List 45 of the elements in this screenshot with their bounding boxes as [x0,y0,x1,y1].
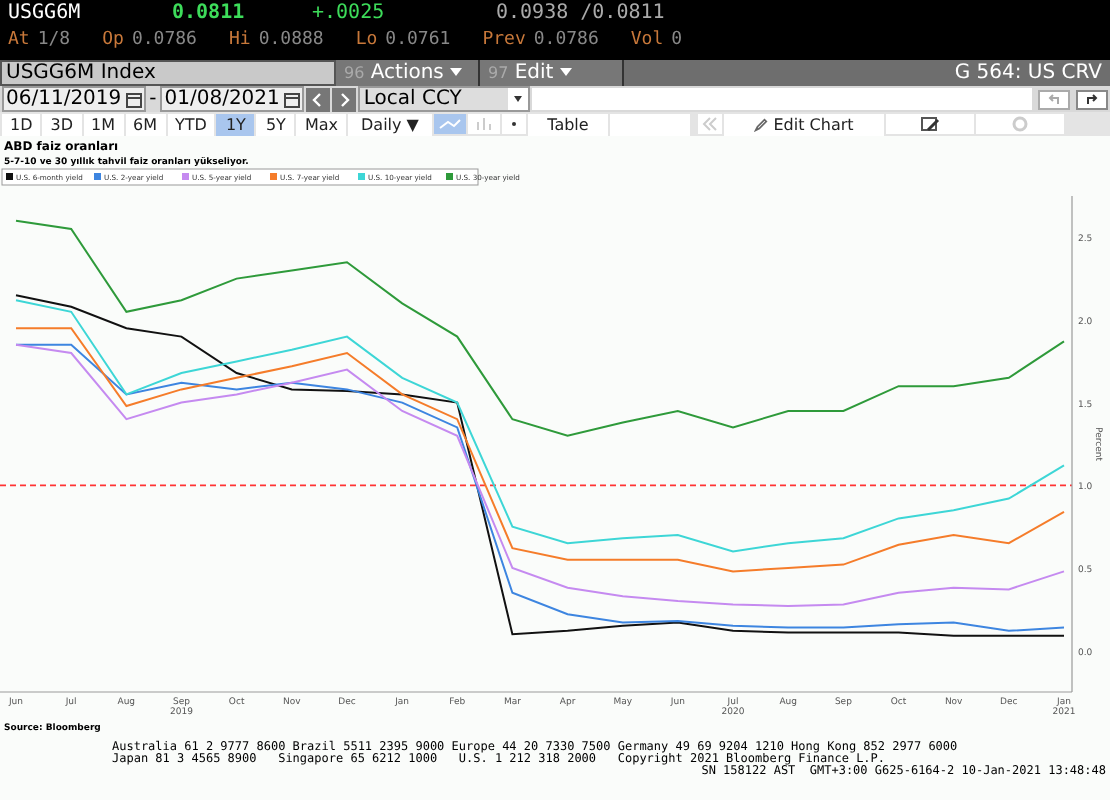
redo-icon[interactable] [1076,89,1108,109]
quote-value: 0.0786 [131,30,197,50]
caret-icon [450,68,463,77]
quote-value: 0 [671,30,683,50]
start-date-field[interactable]: 06/11/2019 [2,86,146,112]
annotate-icon[interactable] [885,114,974,134]
frequency-dropdown[interactable]: Daily ▼ [347,113,432,135]
bid-ask: 0.0938 /0.0811 [496,2,665,24]
quote-value: 0.0761 [385,30,451,50]
ticker-symbol: USGG6M [8,2,83,24]
quote-label: Vol [630,30,664,50]
table-button[interactable]: Table [527,113,608,135]
previous-icon[interactable] [305,87,330,111]
end-date-field[interactable]: 01/08/2021 [160,86,304,112]
period-tab[interactable]: 3D [42,113,81,135]
period-tab[interactable]: 1D [2,113,41,135]
caret-icon [507,88,528,110]
quote-value: 1/8 [37,30,71,50]
period-tab[interactable]: 5Y [256,113,295,135]
calendar-icon[interactable] [283,91,300,107]
period-tab[interactable]: 6M [125,113,165,135]
security-field[interactable]: USGG6M Index [0,60,336,86]
quote-label: Hi [228,30,251,50]
quote-label: Op [102,30,124,50]
quote-label: Prev [482,30,526,50]
period-tab[interactable]: YTD [167,113,215,135]
quote-label: At [8,30,30,50]
period-tab[interactable]: Max [296,113,346,135]
page-code: G 564: US CRV [954,62,1104,84]
quote-label: Lo [355,30,378,50]
period-tab[interactable]: 1M [83,113,123,135]
edit-chart-button[interactable]: Edit Chart [723,113,884,135]
next-icon[interactable] [331,87,356,111]
calendar-icon[interactable] [125,91,142,107]
caret-icon [559,68,572,77]
currency-dropdown[interactable]: Local CCY [357,86,530,112]
date-separator: - [147,88,159,110]
last-price: 0.0811 [172,2,247,24]
period-tab[interactable]: 1Y [216,113,255,135]
blank-field[interactable] [609,113,690,135]
input-field[interactable] [531,88,1032,110]
quote-value: 0.0786 [533,30,599,50]
quote-value: 0.0888 [258,30,324,50]
price-change: +.0025 [312,2,387,24]
pencil-icon [754,117,769,132]
